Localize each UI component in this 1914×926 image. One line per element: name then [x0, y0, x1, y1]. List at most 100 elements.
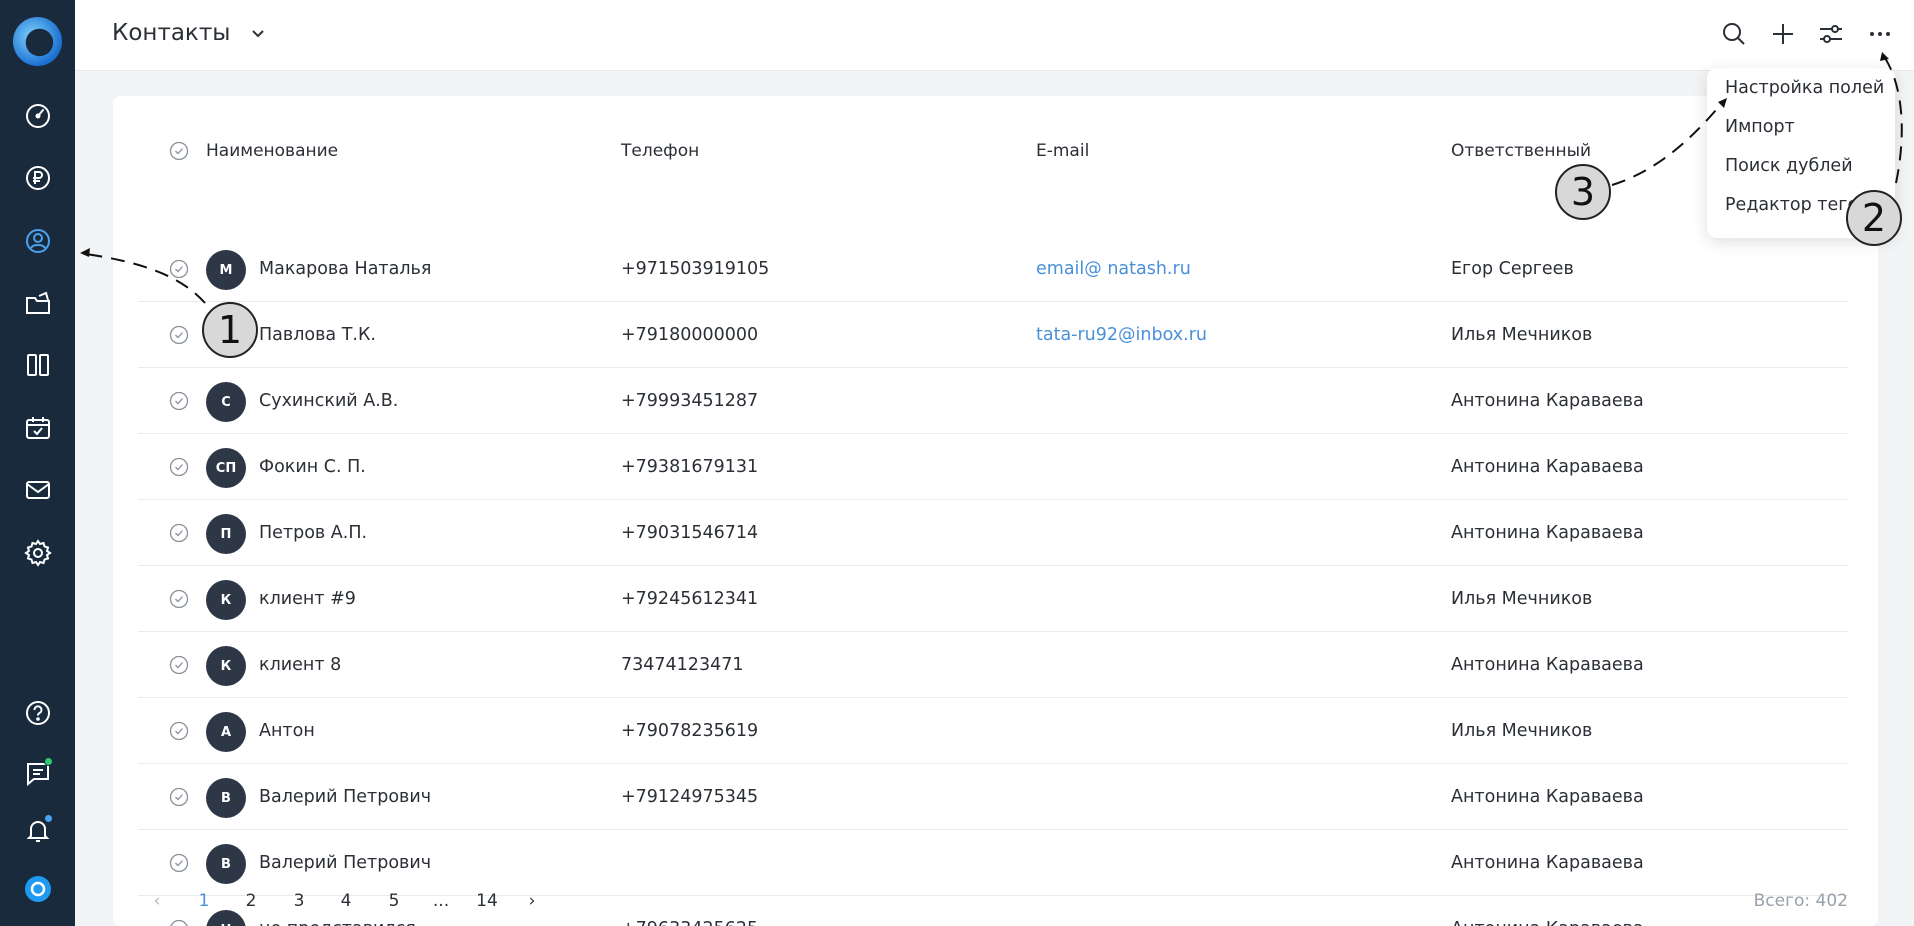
sidebar-item-help[interactable]: [0, 689, 75, 737]
pagination: ‹ 1 2 3 4 5 ... 14 › Всего: 402: [138, 886, 1848, 916]
avatar: В: [206, 778, 246, 818]
table-row[interactable]: ППавлова Т.К.+79180000000tata-ru92@inbox…: [138, 302, 1848, 368]
table-row[interactable]: А Антон +79078235619 Илья Мечников: [138, 698, 1848, 764]
page-link-4[interactable]: 4: [332, 886, 360, 916]
total-count: Всего: 402: [1753, 891, 1848, 911]
app-logo-icon[interactable]: [12, 16, 63, 67]
contact-owner: Антонина Караваева: [1451, 523, 1644, 543]
next-page-button[interactable]: ›: [518, 886, 546, 916]
contact-name[interactable]: Фокин С. П.: [259, 434, 366, 500]
contact-owner: Илья Мечников: [1451, 721, 1593, 741]
page-title-dropdown[interactable]: Контакты: [112, 20, 266, 46]
menu-item-field-settings[interactable]: Настройка полей: [1725, 73, 1884, 103]
contacts-table-card: Наименование Телефон E-mail Ответственны…: [113, 96, 1878, 926]
row-checkbox-icon[interactable]: [169, 655, 189, 675]
sidebar-item-profile[interactable]: [0, 865, 75, 913]
contact-phone: +79078235619: [621, 721, 759, 741]
more-options-button[interactable]: [1862, 16, 1898, 52]
avatar: А: [206, 712, 246, 752]
add-button[interactable]: [1765, 16, 1801, 52]
contact-name[interactable]: Сухинский А.В.: [259, 368, 398, 434]
table-row[interactable]: Кклиент #9 +79245612341 Илья Мечников: [138, 566, 1848, 632]
row-checkbox-icon[interactable]: [169, 787, 189, 807]
avatar: К: [206, 580, 246, 620]
sidebar-item-dashboard[interactable]: [0, 92, 75, 140]
contact-owner: Антонина Караваева: [1451, 391, 1644, 411]
table-row[interactable]: М Макарова Наталья +971503919105 email@ nat…: [138, 236, 1848, 302]
contact-phone: +79245612341: [621, 589, 759, 609]
sidebar-item-notifications[interactable]: [0, 806, 75, 854]
row-checkbox-icon[interactable]: [169, 721, 189, 741]
sidebar-item-deals[interactable]: [0, 279, 75, 327]
sidebar-item-contacts[interactable]: [0, 217, 75, 265]
notification-dot: [44, 814, 53, 823]
column-header-phone[interactable]: Телефон: [621, 131, 699, 171]
row-checkbox-icon[interactable]: [169, 259, 189, 279]
column-header-email[interactable]: E-mail: [1036, 131, 1089, 171]
avatar: М: [206, 250, 246, 290]
menu-item-find-duplicates[interactable]: Поиск дублей: [1725, 151, 1853, 181]
contact-name[interactable]: клиент #9: [259, 566, 356, 632]
contact-phone: +79031546714: [621, 523, 759, 543]
sidebar-item-settings[interactable]: [0, 529, 75, 577]
menu-item-import[interactable]: Импорт: [1725, 112, 1795, 142]
kanban-icon: [26, 354, 49, 376]
contact-name[interactable]: Валерий Петрович: [259, 764, 431, 830]
callout-2: 2: [1846, 190, 1902, 246]
filter-button[interactable]: [1813, 16, 1849, 52]
contact-phone: +79124975345: [621, 787, 759, 807]
page-link-5[interactable]: 5: [380, 886, 408, 916]
dashboard-icon: [25, 104, 50, 128]
table-row[interactable]: П Петров А.П. +79031546714 Антонина Каравае…: [138, 500, 1848, 566]
search-button[interactable]: [1716, 16, 1752, 52]
page-link-14[interactable]: 14: [469, 886, 505, 916]
contact-owner: Илья Мечников: [1451, 589, 1593, 609]
sidebar-item-mail[interactable]: [0, 466, 75, 514]
contact-phone: +79993451287: [621, 391, 759, 411]
contact-name[interactable]: Павлова Т.К.: [259, 302, 376, 368]
callout-3: 3: [1555, 164, 1611, 220]
contact-owner: Егор Сергеев: [1451, 259, 1574, 279]
sidebar-item-chat[interactable]: [0, 749, 75, 797]
page-link-1[interactable]: 1: [190, 886, 218, 916]
sidebar-item-calendar[interactable]: [0, 404, 75, 452]
avatar: СП: [206, 448, 246, 488]
row-checkbox-icon[interactable]: [169, 853, 189, 873]
row-checkbox-icon[interactable]: [169, 523, 189, 543]
chat-unread-dot: [44, 757, 53, 766]
column-header-owner[interactable]: Ответственный: [1451, 131, 1591, 171]
avatar: В: [206, 844, 246, 884]
select-all-checkbox-icon[interactable]: [169, 141, 189, 161]
table-row[interactable]: Кклиент 8 73474123471 Антонина Караваева: [138, 632, 1848, 698]
sidebar-item-finance[interactable]: [0, 154, 75, 202]
page-link-2[interactable]: 2: [237, 886, 265, 916]
row-checkbox-icon[interactable]: [169, 391, 189, 411]
contact-name[interactable]: Антон: [259, 698, 315, 764]
table-row[interactable]: В Валерий Петрович +79124975345 Антонина Ка…: [138, 764, 1848, 830]
calendar-icon: [25, 417, 50, 439]
contact-email[interactable]: email@ natash.ru: [1036, 236, 1191, 302]
column-header-name[interactable]: Наименование: [206, 131, 338, 171]
contact-owner: Илья Мечников: [1451, 325, 1593, 345]
avatar: П: [206, 514, 246, 554]
chevron-down-icon: [252, 30, 265, 38]
contact-name[interactable]: Петров А.П.: [259, 500, 367, 566]
contact-name[interactable]: клиент 8: [259, 632, 341, 698]
contact-phone: +79180000000: [621, 325, 759, 345]
row-checkbox-icon[interactable]: [169, 325, 189, 345]
contact-name[interactable]: Макарова Наталья: [259, 236, 431, 302]
page-title: Контакты: [112, 20, 231, 46]
contact-phone: +79381679131: [621, 457, 759, 477]
row-checkbox-icon[interactable]: [169, 589, 189, 609]
deals-folder-icon: [25, 291, 50, 314]
table-row[interactable]: С Сухинский А.В. +79993451287 Антонина Кара…: [138, 368, 1848, 434]
page-link-3[interactable]: 3: [285, 886, 313, 916]
prev-page-button[interactable]: ‹: [143, 886, 171, 916]
sidebar: [0, 0, 75, 926]
row-checkbox-icon[interactable]: [169, 457, 189, 477]
contact-email[interactable]: tata-ru92@inbox.ru: [1036, 302, 1207, 368]
row-checkbox-icon[interactable]: [169, 919, 189, 926]
sidebar-item-kanban[interactable]: [0, 341, 75, 389]
table-row[interactable]: СП Фокин С. П. +79381679131 Антонина Карава…: [138, 434, 1848, 500]
filter-sliders-icon: [1820, 25, 1842, 43]
